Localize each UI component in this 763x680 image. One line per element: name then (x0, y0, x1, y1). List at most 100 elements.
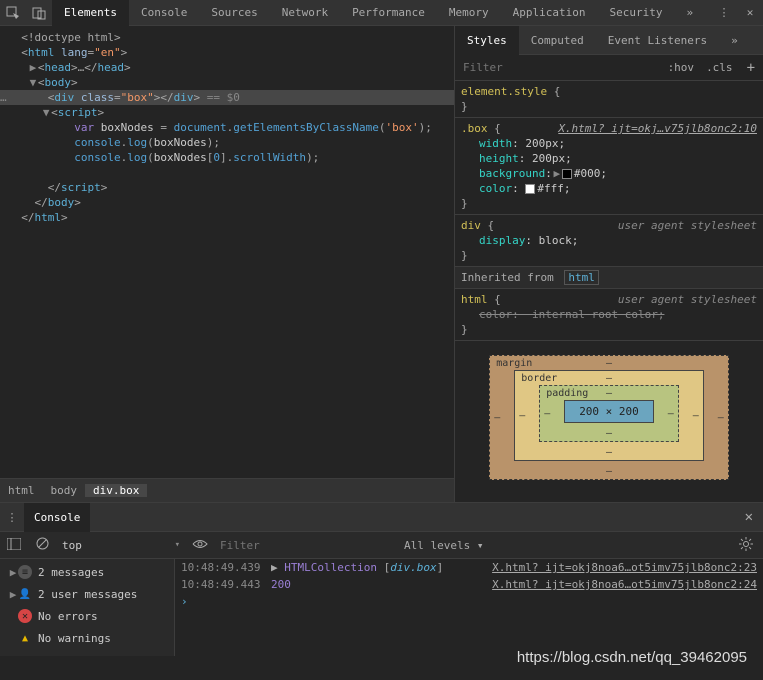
inherited-tag[interactable]: html (564, 270, 599, 285)
styles-tab-bar: Styles Computed Event Listeners » (455, 26, 763, 55)
crumb-body[interactable]: body (43, 484, 86, 497)
messages-icon: ≡ (18, 565, 32, 579)
tab-computed[interactable]: Computed (519, 26, 596, 55)
twisty-icon[interactable]: ▶ (552, 166, 562, 181)
styles-filter-input[interactable] (455, 61, 662, 74)
new-rule-icon[interactable]: + (739, 60, 763, 76)
tab-more[interactable]: » (675, 0, 706, 26)
source-link[interactable]: X.html? ijt=okj8noa6…ot5imv75jlb8onc2:24 (492, 578, 757, 591)
box-border[interactable]: border –––– padding –––– 200 × 200 (514, 370, 704, 461)
dom-div-box[interactable]: <div class="box"></div> == $0 (0, 90, 454, 105)
dom-script-open[interactable]: ▼<script> (0, 105, 454, 120)
tab-network[interactable]: Network (270, 0, 340, 26)
log-entry[interactable]: 10:48:49.443 200 X.html? ijt=okj8noa6…ot… (175, 576, 763, 593)
dom-script-line[interactable]: console.log(boxNodes); (0, 135, 454, 150)
dom-html[interactable]: <html lang="en"> (0, 45, 454, 60)
rule-div-ua[interactable]: user agent stylesheetdiv { display: bloc… (455, 215, 763, 267)
dom-head[interactable]: ▶<head>…</head> (0, 60, 454, 75)
tab-more[interactable]: » (719, 26, 750, 55)
tab-security[interactable]: Security (598, 0, 675, 26)
close-icon[interactable]: ✕ (735, 509, 763, 525)
timestamp: 10:48:49.439 (181, 561, 271, 574)
dom-doctype[interactable]: <!doctype html> (0, 30, 454, 45)
console-sidebar: ▶≡2 messages ▶👤2 user messages ▶✕No erro… (0, 559, 175, 656)
context-selector[interactable]: top▾ (56, 539, 186, 552)
rule-box[interactable]: X.html? ijt=okj…v75jlb8onc2:10.box { wid… (455, 118, 763, 215)
rules-list: element.style { } X.html? ijt=okj…v75jlb… (455, 81, 763, 502)
kebab-icon[interactable]: ⋮ (0, 511, 24, 524)
box-margin[interactable]: margin –––– border –––– padding –––– 200… (489, 355, 729, 480)
styles-filter-bar: :hov .cls + (455, 55, 763, 81)
close-icon[interactable]: ✕ (737, 0, 763, 26)
box-model: margin –––– border –––– padding –––– 200… (455, 341, 763, 494)
warn-icon: ▲ (18, 631, 32, 645)
inspect-icon[interactable] (0, 0, 26, 26)
crumb-divbox[interactable]: div.box (85, 484, 147, 497)
dom-script-line (0, 165, 454, 180)
dom-panel: <!doctype html> <html lang="en"> ▶<head>… (0, 26, 454, 502)
sidebar-item-errors[interactable]: ▶✕No errors (0, 605, 174, 627)
dom-script-line[interactable]: var boxNodes = document.getElementsByCla… (0, 120, 454, 135)
sidebar-item-user[interactable]: ▶👤2 user messages (0, 583, 174, 605)
user-icon: 👤 (18, 587, 32, 601)
rule-html-ua[interactable]: user agent stylesheethtml { color: inter… (455, 289, 763, 341)
drawer-body: ▶≡2 messages ▶👤2 user messages ▶✕No erro… (0, 559, 763, 656)
tab-elements[interactable]: Elements (52, 0, 129, 26)
breadcrumb: html body div.box (0, 478, 454, 502)
log-entry[interactable]: 10:48:49.439 ▶ HTMLCollection [div.box] … (175, 559, 763, 576)
dom-body[interactable]: ▼<body> (0, 75, 454, 90)
ua-label: user agent stylesheet (618, 218, 757, 233)
tab-console[interactable]: Console (129, 0, 199, 26)
twisty-icon[interactable]: ▶ (8, 588, 18, 601)
sidebar-toggle-icon[interactable] (0, 538, 28, 553)
console-filter-input[interactable] (214, 539, 394, 552)
ua-label: user agent stylesheet (618, 292, 757, 307)
timestamp: 10:48:49.443 (181, 578, 271, 591)
inherited-header: Inherited from html (455, 267, 763, 289)
dom-script-close[interactable]: </script> (0, 180, 454, 195)
source-link[interactable]: X.html? ijt=okj8noa6…ot5imv75jlb8onc2:23 (492, 561, 757, 574)
color-swatch-icon[interactable] (562, 169, 572, 179)
styles-panel: Styles Computed Event Listeners » :hov .… (454, 26, 763, 502)
levels-selector[interactable]: All levels ▾ (394, 539, 493, 552)
crumb-html[interactable]: html (0, 484, 43, 497)
console-log[interactable]: 10:48:49.439 ▶ HTMLCollection [div.box] … (175, 559, 763, 656)
devtools-tab-bar: Elements Console Sources Network Perform… (0, 0, 763, 26)
hov-toggle[interactable]: :hov (662, 61, 701, 74)
sidebar-item-messages[interactable]: ▶≡2 messages (0, 561, 174, 583)
console-drawer: ⋮ Console ✕ top▾ All levels ▾ ▶≡2 messag… (0, 502, 763, 656)
twisty-icon[interactable]: ▼ (41, 105, 51, 120)
dom-tree[interactable]: <!doctype html> <html lang="en"> ▶<head>… (0, 26, 454, 229)
cls-toggle[interactable]: .cls (700, 61, 739, 74)
dom-body-close[interactable]: </body> (0, 195, 454, 210)
main-split: <!doctype html> <html lang="en"> ▶<head>… (0, 26, 763, 502)
twisty-icon[interactable]: ▼ (28, 75, 38, 90)
twisty-icon[interactable]: ▶ (8, 566, 18, 579)
color-swatch-icon[interactable] (525, 184, 535, 194)
console-toolbar: top▾ All levels ▾ (0, 532, 763, 559)
kebab-icon[interactable]: ⋮ (711, 0, 737, 26)
tab-application[interactable]: Application (501, 0, 598, 26)
source-link[interactable]: X.html? ijt=okj…v75jlb8onc2:10 (558, 121, 757, 136)
gear-icon[interactable] (729, 537, 763, 554)
sidebar-item-warnings[interactable]: ▶▲No warnings (0, 627, 174, 649)
tab-performance[interactable]: Performance (340, 0, 437, 26)
rule-element-style[interactable]: element.style { } (455, 81, 763, 118)
drawer-header: ⋮ Console ✕ (0, 503, 763, 532)
tab-sources[interactable]: Sources (199, 0, 269, 26)
clear-icon[interactable] (28, 537, 56, 553)
device-icon[interactable] (26, 0, 52, 26)
console-prompt[interactable]: › (175, 593, 763, 610)
box-padding[interactable]: padding –––– 200 × 200 (539, 385, 679, 442)
chevron-down-icon: ▾ (175, 540, 180, 550)
dom-html-close[interactable]: </html> (0, 210, 454, 225)
dom-script-line[interactable]: console.log(boxNodes[0].scrollWidth); (0, 150, 454, 165)
twisty-icon[interactable]: ▶ (28, 60, 38, 75)
box-content[interactable]: 200 × 200 (564, 400, 654, 423)
drawer-tab-console[interactable]: Console (24, 503, 90, 532)
tab-eventlisteners[interactable]: Event Listeners (596, 26, 719, 55)
tab-styles[interactable]: Styles (455, 26, 519, 55)
eye-icon[interactable] (186, 539, 214, 552)
error-icon: ✕ (18, 609, 32, 623)
tab-memory[interactable]: Memory (437, 0, 501, 26)
